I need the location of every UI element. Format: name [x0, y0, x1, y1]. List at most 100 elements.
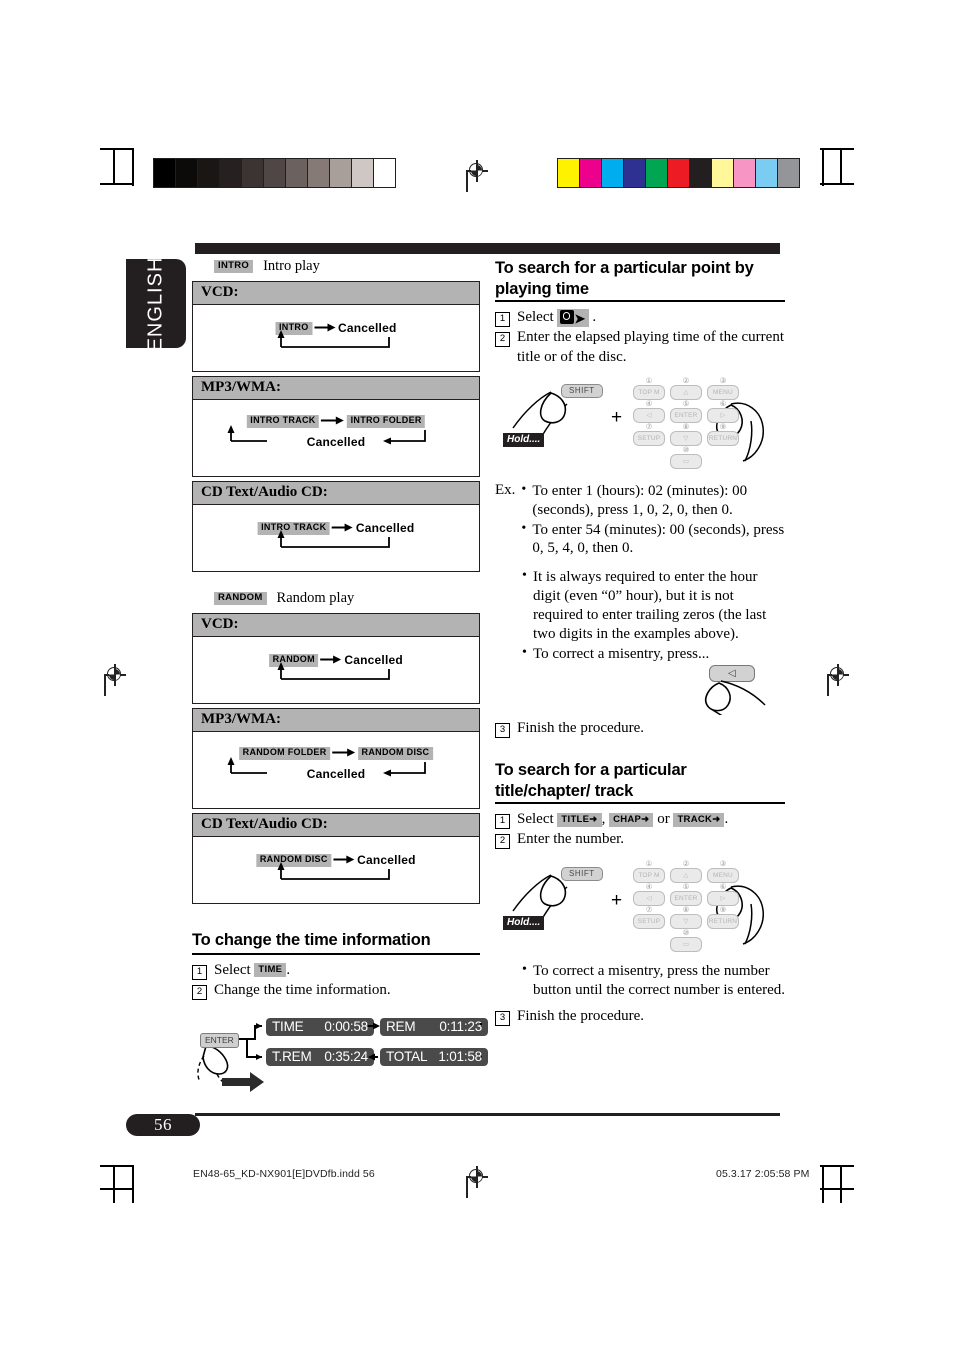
loop-back-connector: [277, 330, 390, 348]
mode-table: VCD: INTRO Cancelled: [192, 281, 480, 372]
remote-keypad[interactable]: ① TOP M ② △ ③ MENU ④ ◁ ⑤ ENTER ⑥ ▷ ⑦ SETUP ⑧ ▽ ⑨ RETURN ⑩ ▭: [631, 858, 741, 952]
calibration-swatch: [264, 159, 286, 187]
correct-key-illustration: ◁: [495, 664, 785, 715]
calibration-swatch: [690, 159, 712, 187]
time-badge: TIME: [254, 963, 287, 977]
calibration-swatch: [374, 159, 395, 187]
keypad-button-menu[interactable]: MENU: [707, 867, 739, 883]
keypad-cell: ⑤ ENTER: [670, 399, 702, 423]
footer-date: 05.3.17 2:05:58 PM: [716, 1168, 810, 1180]
crop-mark: [840, 150, 842, 184]
registration-mark: [827, 664, 849, 686]
keypad-row: ④ ◁ ⑤ ENTER ⑥ ▷: [631, 882, 741, 906]
keypad-button-setup[interactable]: SETUP: [633, 913, 665, 929]
mode-table-body: RANDOM Cancelled: [193, 637, 479, 703]
search-time-step-1: 1 Select ➤ .: [495, 308, 785, 328]
keypad-cell: ② △: [670, 858, 702, 883]
registration-mark: [466, 160, 488, 182]
select-word: Select: [517, 811, 554, 828]
calibration-swatch: [330, 159, 352, 187]
ex-label: Ex.: [495, 481, 516, 498]
select-word: Select: [517, 309, 554, 326]
calibration-swatch: [624, 159, 646, 187]
intro-tables: VCD: INTRO Cancelled MP3/WMA: INTRO TRACK INT…: [192, 281, 480, 572]
grayscale-calibration-strip: [153, 158, 396, 188]
calibration-swatch: [558, 159, 580, 187]
step-number: 2: [495, 332, 510, 348]
keypad-cell: ① TOP M: [633, 859, 665, 883]
keypad-cell: ④ ◁: [633, 882, 665, 906]
keypad-button-return[interactable]: RETURN: [707, 430, 739, 446]
keypad-cell: ⑩ ▭: [670, 445, 702, 469]
mode-table-header: MP3/WMA:: [193, 377, 479, 400]
loop-back-connector: [277, 530, 390, 548]
search-title-step-1: 1 Select TITLE➜, CHAP➜ or TRACK➜.: [495, 810, 785, 830]
shift-button[interactable]: SHIFT: [561, 383, 603, 398]
keypad-number-label: ⑦: [645, 904, 653, 914]
calibration-swatch: [734, 159, 756, 187]
keypad-button-[interactable]: △: [670, 867, 702, 883]
crop-mark: [820, 1188, 854, 1190]
step-text: Enter the number.: [517, 831, 625, 848]
keypad-row: ④ ◁ ⑤ ENTER ⑥ ▷: [631, 398, 741, 423]
period: .: [592, 309, 597, 326]
mode-table-body: INTRO Cancelled: [193, 305, 479, 371]
mode-table-body: RANDOM FOLDER RANDOM DISC Cancelled: [193, 732, 479, 808]
hold-label: Hold....: [503, 432, 545, 447]
hand-illustration: [704, 680, 766, 715]
keypad-number-label: ②: [682, 858, 690, 868]
loop-back-connector: [227, 425, 426, 445]
list-item: To correct a misentry, press...: [520, 644, 785, 664]
mode-table-header: VCD:: [193, 282, 479, 305]
search-title-heading: To search for a particular title/chapter…: [495, 760, 785, 805]
keypad-button-menu[interactable]: MENU: [707, 384, 739, 400]
time-step-2: 2 Change the time information.: [192, 981, 480, 1000]
step-number: 2: [495, 834, 510, 850]
keypad-button-[interactable]: ▽: [670, 430, 702, 446]
search-time-step-3: 3 Finish the procedure.: [495, 719, 785, 738]
step-number: 3: [495, 1011, 510, 1027]
intro-legend-label: Intro play: [263, 258, 320, 274]
keypad-row: ⑦ SETUP ⑧ ▽ ⑨ RETURN: [631, 422, 741, 446]
step-text: Finish the procedure.: [517, 1008, 645, 1025]
keypad-button-enter[interactable]: ENTER: [670, 407, 702, 423]
keypad-button-top-m[interactable]: TOP M: [633, 384, 665, 400]
intro-badge: INTRO: [214, 259, 254, 274]
keypad-button-[interactable]: ◁: [633, 407, 665, 423]
shift-button[interactable]: SHIFT: [561, 866, 603, 881]
keypad-button-[interactable]: ▭: [670, 936, 702, 952]
list-item: To enter 1 (hours): 02 (minutes): 00 (se…: [519, 481, 785, 520]
remote-illustration-2: SHIFT Hold.... + ① TOP M ② △ ③ MENU ④ ◁ ⑤ ENTER ⑥ ▷…: [495, 854, 785, 958]
crop-mark: [100, 1188, 134, 1190]
list-item: To correct a misentry, press the number …: [520, 961, 785, 1000]
keypad-button-[interactable]: ◁: [633, 890, 665, 906]
keypad-button-[interactable]: △: [670, 384, 702, 400]
calibration-swatch: [352, 159, 374, 187]
keypad-number-label: ⑥: [719, 398, 727, 408]
keypad-button-top-m[interactable]: TOP M: [633, 867, 665, 883]
keypad-button-setup[interactable]: SETUP: [633, 430, 665, 446]
crop-mark: [132, 1167, 134, 1203]
time-cycle-diagram: ENTER TIME 0:00:58 REM 0:11:23 T.REM 0:35:2…: [192, 1012, 488, 1096]
step-number: 1: [495, 312, 510, 328]
keypad-button-return[interactable]: RETURN: [707, 913, 739, 929]
mode-table-header: MP3/WMA:: [193, 709, 479, 732]
keypad-button-[interactable]: ▷: [707, 407, 739, 423]
crop-mark: [113, 1167, 115, 1203]
enter-button[interactable]: ENTER: [200, 1033, 239, 1048]
registration-mark: [104, 664, 126, 686]
remote-keypad[interactable]: ① TOP M ② △ ③ MENU ④ ◁ ⑤ ENTER ⑥ ▷ ⑦ SETUP ⑧ ▽ ⑨ RETURN ⑩ ▭: [631, 376, 741, 469]
keypad-button-enter[interactable]: ENTER: [670, 890, 702, 906]
step-text: Select TIME.: [214, 961, 290, 980]
time-display-total: TOTAL 1:01:58: [380, 1048, 488, 1066]
loop-back-connector: [277, 662, 390, 680]
chap-badge: CHAP➜: [609, 813, 654, 827]
time-display-trem: T.REM 0:35:24: [266, 1048, 374, 1066]
right-column: To search for a particular point by play…: [495, 258, 785, 1028]
keypad-number-label: ③: [719, 858, 727, 868]
language-tab-label: ENGLISH: [144, 256, 167, 351]
keypad-button-[interactable]: ▭: [670, 453, 702, 469]
keypad-button-[interactable]: ▷: [707, 890, 739, 906]
keypad-button-[interactable]: ▽: [670, 913, 702, 929]
keypad-row: ① TOP M ② △ ③ MENU: [631, 858, 741, 883]
